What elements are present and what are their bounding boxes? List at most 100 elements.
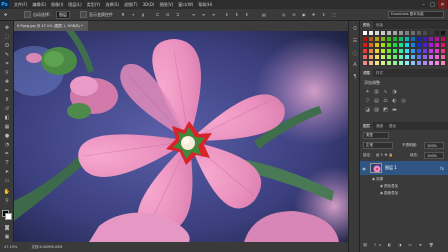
screen-mode-icon[interactable]: ▣: [3, 233, 11, 241]
brightness-icon[interactable]: ☀: [364, 88, 371, 95]
opacity-field[interactable]: 100%: [424, 142, 444, 149]
brush-tool-icon[interactable]: ✏: [3, 87, 11, 95]
black-white-icon[interactable]: ◐: [391, 97, 398, 104]
lasso-tool-icon[interactable]: ʘ: [3, 42, 11, 50]
minimize-button[interactable]: –: [419, 0, 428, 9]
menu-edit[interactable]: 编辑(E): [32, 2, 46, 8]
menu-file[interactable]: 文件(F): [14, 2, 27, 8]
move-tool-icon[interactable]: ✥: [3, 24, 11, 32]
effects-row[interactable]: ◉ 效果: [372, 177, 383, 182]
move-tool-icon[interactable]: ✥: [4, 11, 7, 18]
eyedropper-tool-icon[interactable]: ⚲: [3, 69, 11, 77]
maximize-button[interactable]: □: [428, 0, 437, 9]
healing-brush-tool-icon[interactable]: ✚: [3, 78, 11, 86]
menu-window[interactable]: 窗口(W): [178, 2, 193, 8]
layer-filter-dropdown[interactable]: 类型: [363, 132, 389, 139]
crop-tool-icon[interactable]: ⌗: [3, 60, 11, 68]
distribute-hcenter-icon[interactable]: ⦀: [236, 11, 238, 18]
menu-filter[interactable]: 滤镜(T): [124, 2, 138, 8]
distribute-bottom-icon[interactable]: ≡: [212, 11, 215, 18]
document-tab[interactable]: 0.Pgng.jpg @ 47.1% (图层 1, RGB/8) *: [14, 21, 88, 31]
blur-tool-icon[interactable]: ●: [3, 132, 11, 140]
tab-layers[interactable]: 图层: [360, 122, 373, 130]
threshold-icon[interactable]: ◩: [382, 106, 389, 113]
align-right-icon[interactable]: ⊐: [176, 11, 179, 18]
blend-mode-dropdown[interactable]: 正常: [363, 142, 393, 149]
tab-styles[interactable]: 样式: [373, 71, 386, 76]
eraser-tool-icon[interactable]: ◧: [3, 114, 11, 122]
auto-select-dropdown[interactable]: 图层: [56, 10, 70, 19]
3d-scale-icon[interactable]: ⬚: [332, 11, 336, 18]
quick-select-tool-icon[interactable]: ✎: [3, 51, 11, 59]
fill-field[interactable]: 100%: [424, 152, 444, 159]
tab-channels[interactable]: 通道: [373, 124, 386, 129]
tab-swatches[interactable]: 色板: [373, 23, 386, 28]
photo-filter-icon[interactable]: ◎: [400, 97, 407, 104]
paragraph-panel-icon[interactable]: ¶: [351, 73, 359, 81]
info-panel-icon[interactable]: ⓘ: [351, 49, 359, 57]
posterize-icon[interactable]: ▨: [373, 106, 380, 113]
gradient-map-icon[interactable]: ▬: [391, 106, 398, 113]
3d-pan-icon[interactable]: ✣: [312, 11, 315, 18]
workspace-switcher[interactable]: Essentials 基本功能: [388, 11, 444, 18]
align-vcenter-icon[interactable]: ⫟: [132, 11, 134, 18]
marquee-tool-icon[interactable]: ⬚: [3, 33, 11, 41]
hand-tool-icon[interactable]: ✋: [3, 188, 11, 196]
hue-saturation-icon[interactable]: ▤: [373, 97, 380, 104]
swatch-cell[interactable]: [440, 60, 446, 66]
visibility-eye-icon[interactable]: ◉: [360, 166, 368, 171]
align-top-icon[interactable]: ⫪: [122, 11, 124, 18]
properties-panel-icon[interactable]: ☰: [351, 37, 359, 45]
align-left-icon[interactable]: ⊏: [156, 11, 159, 18]
tab-adjustments[interactable]: 调整: [360, 69, 373, 77]
layer-name[interactable]: 图层 1: [385, 165, 397, 171]
swatches-grid[interactable]: [362, 30, 446, 66]
close-button[interactable]: ✕: [438, 0, 447, 9]
layer-actions-bar[interactable]: ⛓ fx ◧ ◑ ▭ ⊕ 🗑: [363, 243, 436, 247]
quick-mask-icon[interactable]: ◙: [3, 224, 11, 232]
tab-color[interactable]: 颜色: [360, 21, 373, 29]
background-color-swatch[interactable]: [5, 213, 12, 220]
layer-row[interactable]: ◉ 图层 1 fx: [360, 161, 448, 175]
menu-3d[interactable]: 3D(D): [143, 2, 155, 7]
vibrance-icon[interactable]: ▽: [364, 97, 371, 104]
align-hcenter-icon[interactable]: ⊡: [166, 11, 169, 18]
show-transform-checkbox[interactable]: [80, 11, 87, 18]
3d-slide-icon[interactable]: ⇕: [322, 11, 325, 18]
history-brush-tool-icon[interactable]: ↺: [3, 105, 11, 113]
menu-layer[interactable]: 图层(L): [68, 2, 81, 8]
fx-icon[interactable]: fx: [440, 166, 444, 171]
dodge-tool-icon[interactable]: ◔: [3, 141, 11, 149]
zoom-tool-icon[interactable]: ⚲: [3, 197, 11, 205]
auto-select-checkbox[interactable]: [24, 11, 31, 18]
menu-view[interactable]: 视图(V): [159, 2, 173, 8]
menu-help[interactable]: 帮助(H): [198, 2, 212, 8]
curves-icon[interactable]: ∿: [382, 88, 389, 95]
3d-rotate-icon[interactable]: ⟲: [292, 11, 295, 18]
menu-type[interactable]: 类型(Y): [87, 2, 101, 8]
color-overlay-row[interactable]: ◉ 颜色叠加: [380, 184, 398, 189]
type-tool-icon[interactable]: T: [3, 159, 11, 167]
align-bottom-icon[interactable]: ⫫: [142, 11, 144, 18]
gradient-tool-icon[interactable]: ▦: [3, 123, 11, 131]
character-panel-icon[interactable]: A: [351, 61, 359, 69]
levels-icon[interactable]: ▥: [373, 88, 380, 95]
3d-mode-icon[interactable]: ◎: [282, 11, 286, 18]
lock-icons[interactable]: ▨ ✎ ✥ 🔒: [376, 153, 393, 157]
color-balance-icon[interactable]: ⚖: [382, 97, 389, 104]
distribute-vcenter-icon[interactable]: ≡: [202, 11, 205, 18]
clone-stamp-tool-icon[interactable]: ⚱: [3, 96, 11, 104]
exposure-icon[interactable]: ◑: [391, 88, 398, 95]
invert-icon[interactable]: ◪: [364, 106, 371, 113]
distribute-right-icon[interactable]: ⦀: [246, 11, 248, 18]
pen-tool-icon[interactable]: ✒: [3, 150, 11, 158]
zoom-level[interactable]: 47.19%: [4, 245, 17, 249]
distribute-top-icon[interactable]: ≡: [192, 11, 195, 18]
distribute-left-icon[interactable]: ⦀: [226, 11, 228, 18]
path-select-tool-icon[interactable]: ➤: [3, 168, 11, 176]
history-panel-icon[interactable]: ⏱: [351, 25, 359, 33]
rectangle-tool-icon[interactable]: ▭: [3, 177, 11, 185]
menu-image[interactable]: 图像(I): [51, 2, 63, 8]
tab-paths[interactable]: 路径: [386, 124, 399, 129]
menu-select[interactable]: 选择(S): [105, 2, 119, 8]
